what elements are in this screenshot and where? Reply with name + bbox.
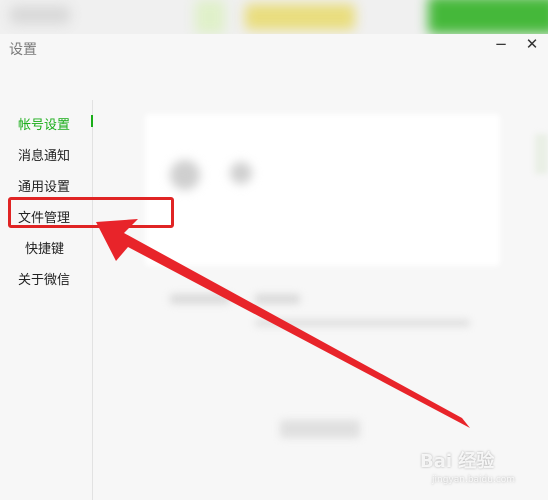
watermark-logo: Bai 经验	[420, 451, 495, 472]
watermark-url: jingyan.baidu.com	[432, 475, 516, 485]
arrow-shape	[96, 219, 470, 428]
annotation-arrow-icon	[96, 219, 470, 428]
